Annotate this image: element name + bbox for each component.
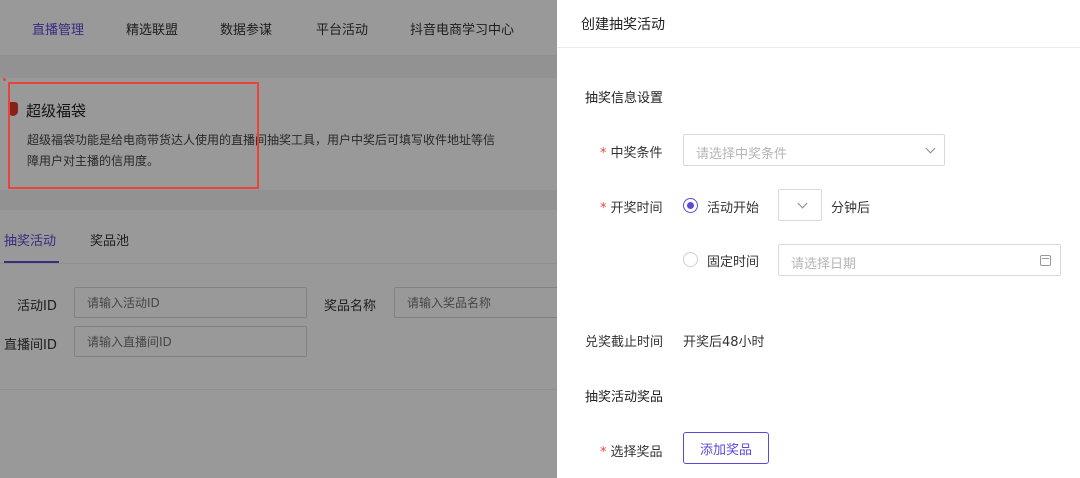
add-prize-button[interactable]: 添加奖品 (683, 432, 770, 464)
create-lottery-drawer: 创建抽奖活动 抽奖信息设置 * 中奖条件 请选择中奖条件 * 开奖时间 活动开始 分… (557, 0, 1080, 478)
chevron-down-icon (925, 143, 936, 154)
drawer-header: 创建抽奖活动 (557, 0, 1080, 48)
radio-activity-start[interactable] (683, 198, 698, 213)
draw-time-label: * 开奖时间 (600, 201, 663, 216)
radio-fixed-time[interactable] (683, 252, 698, 267)
minutes-after-text: 分钟后 (831, 201, 871, 216)
win-condition-select[interactable]: 请选择中奖条件 (683, 134, 945, 166)
modal-overlay[interactable] (0, 0, 557, 478)
date-picker[interactable]: 请选择日期 (778, 244, 1061, 276)
drawer-title: 创建抽奖活动 (581, 17, 665, 33)
chevron-down-icon (797, 198, 808, 209)
section-title-prizes: 抽奖活动奖品 (585, 390, 664, 405)
radio-activity-start-label[interactable]: 活动开始 (707, 197, 759, 216)
calendar-icon (1040, 255, 1051, 266)
section-title-info: 抽奖信息设置 (585, 91, 664, 106)
win-condition-label: * 中奖条件 (600, 146, 663, 161)
highlight-box (8, 82, 259, 189)
highlight-dot (3, 78, 6, 81)
redeem-deadline-label: 兑奖截止时间 (585, 335, 664, 350)
minutes-select[interactable] (778, 189, 822, 221)
radio-fixed-time-label[interactable]: 固定时间 (707, 251, 759, 270)
select-prize-label: * 选择奖品 (600, 445, 663, 460)
redeem-deadline-value: 开奖后48小时 (683, 335, 765, 350)
